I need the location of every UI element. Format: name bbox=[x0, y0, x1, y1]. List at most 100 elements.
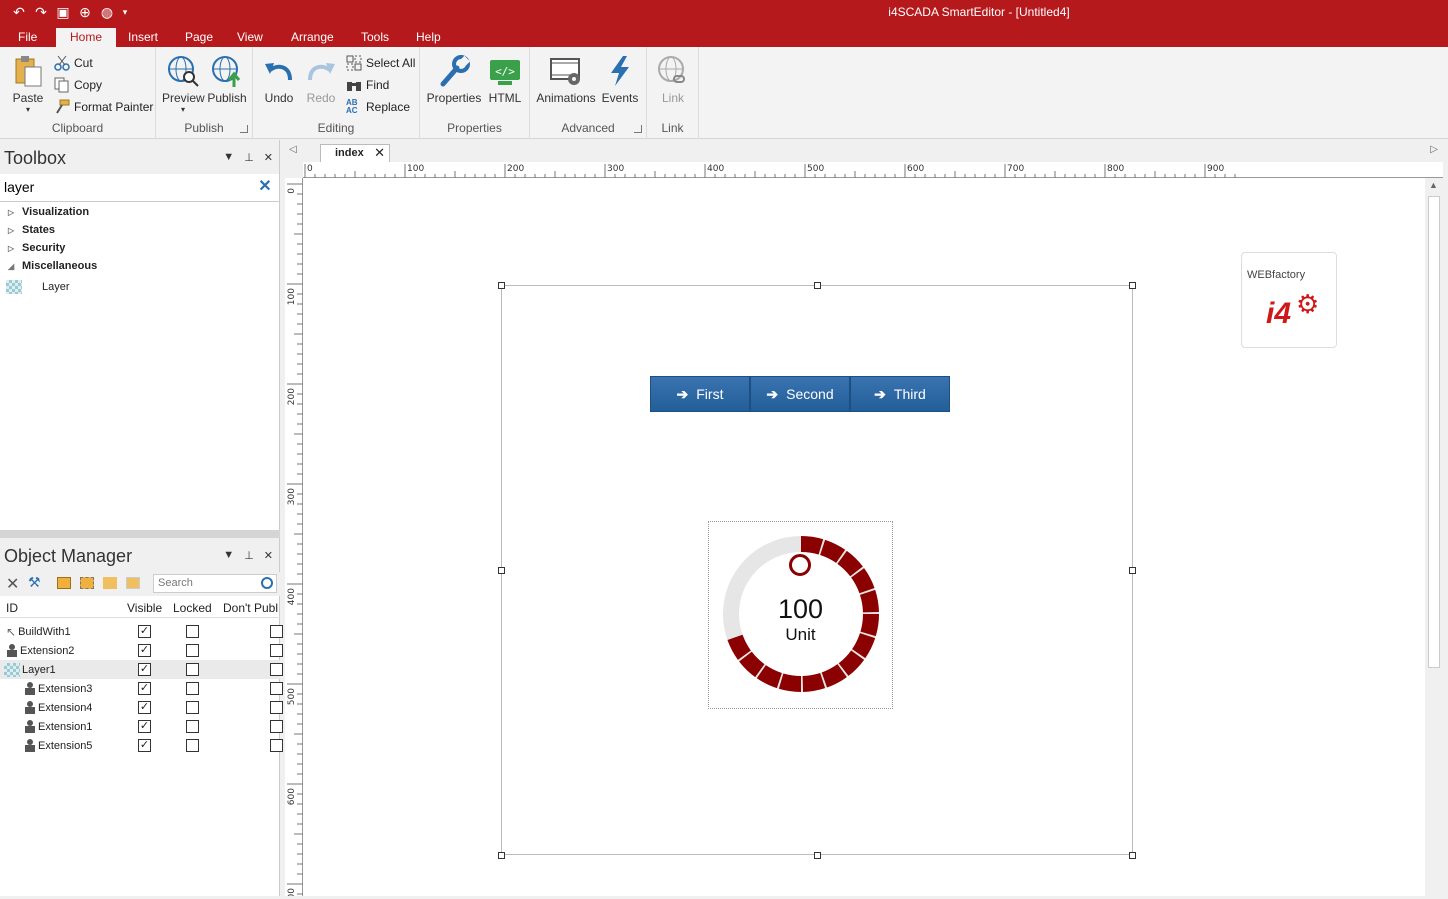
object-row[interactable]: ↖ BuildWith1 ✓ bbox=[0, 622, 283, 641]
visible-checkbox[interactable]: ✓ bbox=[138, 701, 151, 714]
tab-arrange[interactable]: Arrange bbox=[287, 28, 338, 47]
tab-help[interactable]: Help bbox=[412, 28, 445, 47]
object-search-field[interactable]: Search bbox=[153, 574, 277, 593]
tab-view[interactable]: View bbox=[233, 28, 267, 47]
pin-icon[interactable]: ⊥ bbox=[244, 549, 254, 562]
format-painter-button[interactable]: Format Painter bbox=[54, 99, 153, 115]
visible-checkbox[interactable]: ✓ bbox=[138, 682, 151, 695]
resize-handle[interactable] bbox=[498, 567, 505, 574]
scrollbar-thumb[interactable] bbox=[1428, 196, 1440, 668]
locked-checkbox[interactable] bbox=[186, 663, 199, 676]
tab-file[interactable]: File bbox=[14, 28, 41, 47]
locked-checkbox[interactable] bbox=[186, 644, 199, 657]
find-button[interactable]: Find bbox=[346, 77, 389, 93]
column-dont-publish[interactable]: Don't Publ bbox=[223, 601, 278, 615]
locked-checkbox[interactable] bbox=[186, 625, 199, 638]
animations-button[interactable]: Animations bbox=[536, 53, 596, 105]
resize-handle[interactable] bbox=[814, 282, 821, 289]
copy-button[interactable]: Copy bbox=[54, 77, 102, 93]
nav-button-third[interactable]: ➔ Third bbox=[850, 376, 950, 412]
resize-handle[interactable] bbox=[1129, 567, 1136, 574]
dont-publish-checkbox[interactable] bbox=[270, 739, 283, 752]
toolbox-search-input[interactable] bbox=[4, 176, 244, 198]
resize-handle[interactable] bbox=[1129, 282, 1136, 289]
document-tab-index[interactable]: index ✕ bbox=[320, 144, 390, 162]
publish-button[interactable]: Publish bbox=[206, 53, 248, 105]
locked-checkbox[interactable] bbox=[186, 682, 199, 695]
toolbox-item-layer[interactable]: Layer bbox=[6, 280, 70, 294]
close-icon[interactable]: ✕ bbox=[264, 151, 273, 164]
toolbox-category-states[interactable]: ▷ States bbox=[8, 224, 55, 236]
clear-search-icon[interactable]: ✕ bbox=[257, 179, 273, 195]
dont-publish-checkbox[interactable] bbox=[270, 625, 283, 638]
object-row[interactable]: Extension4 ✓ bbox=[0, 698, 283, 717]
dont-publish-checkbox[interactable] bbox=[270, 644, 283, 657]
vertical-scrollbar[interactable]: ▲ bbox=[1425, 178, 1443, 896]
webfactory-logo[interactable]: WEBfactory i4 ⚙ bbox=[1241, 252, 1337, 348]
column-id[interactable]: ID bbox=[6, 601, 18, 615]
tab-scroll-left-icon[interactable]: ◁ bbox=[289, 144, 297, 155]
redo-button[interactable]: Redo bbox=[301, 53, 341, 105]
visible-checkbox[interactable]: ✓ bbox=[138, 625, 151, 638]
cut-button[interactable]: Cut bbox=[54, 55, 93, 71]
visible-checkbox[interactable]: ✓ bbox=[138, 663, 151, 676]
tab-home[interactable]: Home bbox=[56, 28, 117, 47]
tab-page[interactable]: Page bbox=[181, 28, 217, 47]
send-back-icon[interactable] bbox=[126, 577, 140, 589]
visible-checkbox[interactable]: ✓ bbox=[138, 739, 151, 752]
panel-splitter[interactable] bbox=[0, 530, 280, 538]
panel-dropdown-icon[interactable]: ▼ bbox=[223, 549, 234, 562]
resize-handle[interactable] bbox=[498, 282, 505, 289]
tab-insert[interactable]: Insert bbox=[124, 28, 162, 47]
column-locked[interactable]: Locked bbox=[173, 601, 212, 615]
dont-publish-checkbox[interactable] bbox=[270, 682, 283, 695]
resize-handle[interactable] bbox=[498, 852, 505, 859]
toolbox-category-miscellaneous[interactable]: ◢ Miscellaneous bbox=[8, 260, 97, 272]
resize-handle[interactable] bbox=[1129, 852, 1136, 859]
object-row[interactable]: Extension3 ✓ bbox=[0, 679, 283, 698]
locked-checkbox[interactable] bbox=[186, 739, 199, 752]
locked-checkbox[interactable] bbox=[186, 720, 199, 733]
dont-publish-checkbox[interactable] bbox=[270, 663, 283, 676]
pin-icon[interactable]: ⊥ bbox=[244, 151, 254, 164]
properties-button[interactable]: Properties bbox=[426, 53, 482, 105]
link-button[interactable]: Link bbox=[653, 53, 693, 105]
advanced-dialog-launcher[interactable] bbox=[634, 125, 642, 133]
tab-scroll-right-icon[interactable]: ▷ bbox=[1430, 144, 1438, 155]
toolbox-category-security[interactable]: ▷ Security bbox=[8, 242, 65, 254]
undo-button[interactable]: Undo bbox=[259, 53, 299, 105]
visible-checkbox[interactable]: ✓ bbox=[138, 644, 151, 657]
bring-front-icon[interactable] bbox=[103, 577, 117, 589]
locked-checkbox[interactable] bbox=[186, 701, 199, 714]
close-icon[interactable]: ✕ bbox=[264, 549, 273, 562]
gauge-widget[interactable]: 100 Unit bbox=[708, 521, 893, 709]
dont-publish-checkbox[interactable] bbox=[270, 701, 283, 714]
toolbox-category-visualization[interactable]: ▷ Visualization bbox=[8, 206, 89, 218]
replace-button[interactable]: AB AC Replace bbox=[346, 99, 410, 115]
events-button[interactable]: Events bbox=[600, 53, 640, 105]
panel-dropdown-icon[interactable]: ▼ bbox=[223, 151, 234, 164]
publish-dialog-launcher[interactable] bbox=[240, 125, 248, 133]
select-all-button[interactable]: Select All bbox=[346, 55, 415, 71]
ungroup-icon[interactable] bbox=[80, 577, 94, 589]
object-row[interactable]: Extension1 ✓ bbox=[0, 717, 283, 736]
tab-tools[interactable]: Tools bbox=[357, 28, 393, 47]
object-row-selected[interactable]: Layer1 ✓ bbox=[0, 660, 283, 679]
preview-button[interactable]: Preview ▾ bbox=[162, 53, 205, 114]
nav-button-second[interactable]: ➔ Second bbox=[750, 376, 850, 412]
delete-icon[interactable]: ✕ bbox=[6, 574, 19, 594]
paste-button[interactable]: Paste ▾ bbox=[8, 53, 48, 114]
column-visible[interactable]: Visible bbox=[127, 601, 162, 615]
nav-button-first[interactable]: ➔ First bbox=[650, 376, 750, 412]
scroll-up-icon[interactable]: ▲ bbox=[1429, 180, 1438, 190]
object-row[interactable]: Extension2 ✓ bbox=[0, 641, 283, 660]
close-tab-icon[interactable]: ✕ bbox=[374, 145, 385, 161]
visible-checkbox[interactable]: ✓ bbox=[138, 720, 151, 733]
dont-publish-checkbox[interactable] bbox=[270, 720, 283, 733]
resize-handle[interactable] bbox=[814, 852, 821, 859]
wrench-icon[interactable]: ⚒ bbox=[28, 574, 41, 591]
group-icon[interactable] bbox=[57, 577, 71, 589]
object-row[interactable]: Extension5 ✓ bbox=[0, 736, 283, 755]
html-button[interactable]: </> HTML bbox=[486, 53, 524, 105]
design-canvas[interactable]: ➔ First ➔ Second ➔ Third WEBfactory i4 ⚙ 10… bbox=[303, 178, 1425, 896]
